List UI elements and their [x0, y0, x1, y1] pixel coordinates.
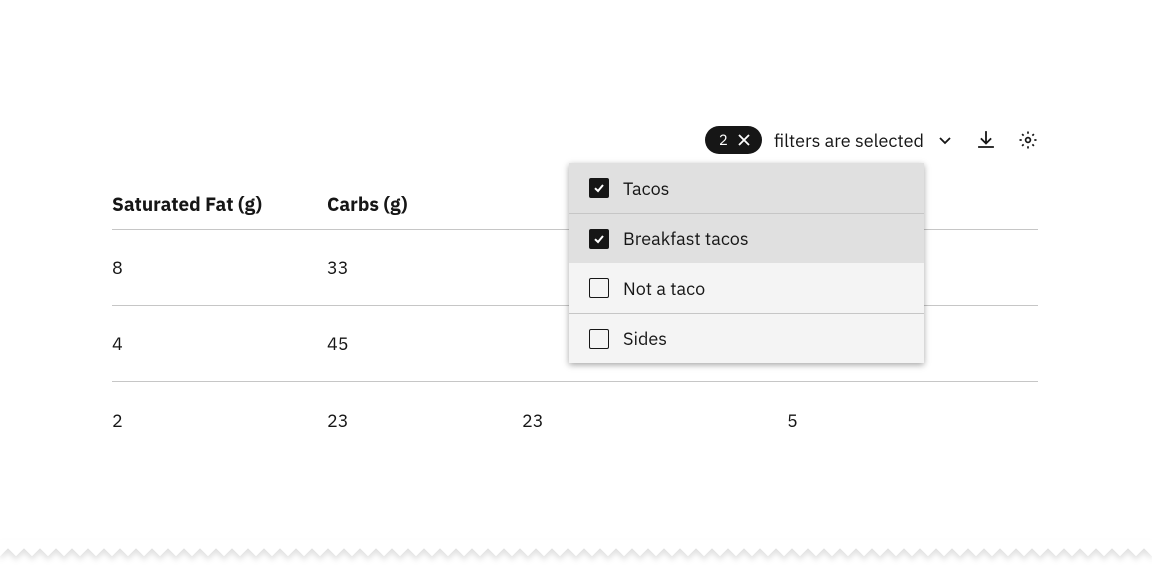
settings-button[interactable]: [1018, 130, 1038, 150]
checkbox-unchecked-icon[interactable]: [589, 329, 609, 349]
filter-option-label: Not a taco: [623, 277, 705, 300]
cell: 23: [327, 409, 522, 432]
filter-option-label: Tacos: [623, 177, 669, 200]
cell: 8: [112, 256, 327, 279]
column-header[interactable]: Saturated Fat (g): [112, 193, 327, 217]
table-row[interactable]: 2 23 23 5: [112, 382, 1038, 458]
cell: 33: [327, 256, 522, 279]
checkbox-unchecked-icon[interactable]: [589, 278, 609, 298]
filter-summary-label: filters are selected: [774, 129, 924, 152]
torn-edge-decoration: [0, 540, 1152, 567]
table-toolbar: 2 filters are selected: [705, 126, 1038, 154]
filter-option-label: Breakfast tacos: [623, 227, 749, 250]
cell: 5: [787, 409, 1038, 432]
filter-option[interactable]: Not a taco: [569, 263, 924, 313]
filter-summary[interactable]: 2 filters are selected: [705, 126, 954, 154]
cell: 4: [112, 332, 327, 355]
filter-option[interactable]: Sides: [569, 313, 924, 363]
gear-icon: [1018, 130, 1038, 150]
filter-option[interactable]: Breakfast tacos: [569, 213, 924, 263]
column-header[interactable]: Carbs (g): [327, 193, 522, 217]
filter-option-label: Sides: [623, 327, 667, 350]
chevron-down-icon: [936, 131, 954, 149]
download-button[interactable]: [976, 130, 996, 150]
checkbox-checked-icon[interactable]: [589, 229, 609, 249]
filter-count: 2: [719, 131, 728, 150]
filter-dropdown: Tacos Breakfast tacos Not a taco Sides: [569, 163, 924, 363]
cell: 45: [327, 332, 522, 355]
filter-option[interactable]: Tacos: [569, 163, 924, 213]
cell: 23: [522, 409, 787, 432]
clear-filters-icon[interactable]: [736, 132, 752, 148]
download-icon: [976, 130, 996, 150]
cell: 2: [112, 409, 327, 432]
filter-count-pill[interactable]: 2: [705, 126, 762, 154]
checkbox-checked-icon[interactable]: [589, 178, 609, 198]
